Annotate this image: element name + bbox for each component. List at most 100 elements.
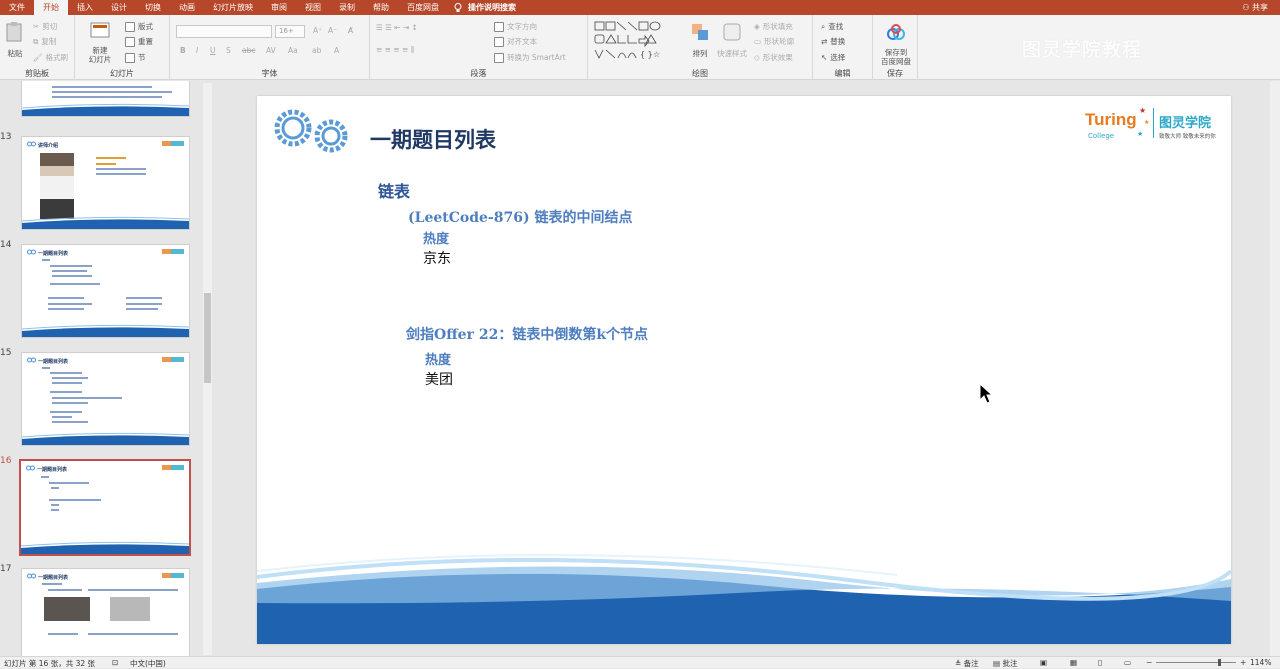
- slide-thumbnail-13[interactable]: 讲师介绍: [21, 136, 190, 230]
- thumb-text-line: [42, 583, 62, 585]
- comments-button[interactable]: ▤ 批注: [993, 658, 1017, 669]
- save-to-label: 保存到 百度网盘: [881, 48, 911, 66]
- tab-review[interactable]: 审阅: [262, 0, 296, 15]
- thumb-photo: [44, 597, 90, 621]
- tell-me-search[interactable]: 操作说明搜索: [454, 2, 516, 13]
- thumb-text-line: [88, 633, 178, 635]
- thumb-gear-icon: [27, 573, 36, 579]
- tab-view[interactable]: 视图: [296, 0, 330, 15]
- spellcheck-icon[interactable]: ⊡: [112, 658, 118, 667]
- slide-thumbnail-pane[interactable]: 13 讲师介绍 14 一期题目列表 15 一期题目列表 16 一期题目列表 17…: [0, 81, 215, 656]
- thumbnail-scrollbar[interactable]: [203, 83, 212, 655]
- case-button[interactable]: Aa: [288, 46, 298, 55]
- copy-icon: ⧉: [33, 36, 39, 46]
- tab-home[interactable]: 开始: [34, 0, 68, 15]
- thumb-text-line: [126, 303, 162, 305]
- bullets-button[interactable]: ☰ ☰ ⇤ ⇥ ↕: [376, 23, 418, 32]
- arrange-button[interactable]: 排列: [688, 21, 712, 59]
- problem-title-1: (LeetCode-876) 链表的中间结点: [408, 210, 633, 226]
- shape-effects-button[interactable]: ◇ 形状效果: [754, 52, 793, 63]
- smartart-button[interactable]: 转换为 SmartArt: [494, 52, 566, 63]
- tab-insert[interactable]: 插入: [68, 0, 102, 15]
- slide-counter: 幻灯片 第 16 张，共 32 张: [4, 659, 96, 668]
- format-painter-button[interactable]: 🖌 格式刷: [33, 52, 68, 63]
- zoom-slider[interactable]: [1156, 659, 1236, 666]
- thumb-text-line: [52, 416, 72, 418]
- current-slide[interactable]: 一期题目列表 Turing College ★ ★ ★ 图灵学院 致敬大师 致敬未来…: [257, 96, 1231, 644]
- strikethrough-button[interactable]: abc: [242, 46, 255, 55]
- align-text-button[interactable]: 对齐文本: [494, 36, 537, 47]
- select-button[interactable]: ↖ 选择: [821, 52, 845, 63]
- tab-animations[interactable]: 动画: [170, 0, 204, 15]
- thumb-portrait: [40, 153, 74, 219]
- highlight-button[interactable]: ab: [312, 46, 321, 55]
- tab-record[interactable]: 录制: [330, 0, 364, 15]
- zoom-in-icon[interactable]: +: [1240, 658, 1246, 667]
- shrink-font-button[interactable]: A⁻: [328, 26, 337, 35]
- copy-button[interactable]: ⧉ 复制: [33, 36, 56, 47]
- slide-thumbnail-15[interactable]: 一期题目列表: [21, 352, 190, 446]
- thumb-title: 讲师介绍: [38, 143, 59, 149]
- layout-button[interactable]: 版式: [125, 21, 153, 32]
- thumb-wave: [22, 216, 189, 229]
- text-direction-button[interactable]: 文字方向: [494, 21, 537, 32]
- slide-thumbnail-14[interactable]: 一期题目列表: [21, 244, 190, 338]
- slideshow-icon[interactable]: ▭: [1124, 658, 1131, 667]
- section-button[interactable]: 节: [125, 52, 146, 63]
- reset-button[interactable]: 重置: [125, 36, 153, 47]
- font-group: 16+ A⁺ A⁻ A̸ B I U S abc AV Aa ab A 字体: [170, 15, 370, 80]
- slide-thumbnail-17[interactable]: 一期题目列表: [21, 568, 190, 656]
- reading-view-icon[interactable]: ▯: [1098, 658, 1102, 667]
- grow-font-button[interactable]: A⁺: [313, 26, 322, 35]
- shadow-button[interactable]: S: [226, 46, 231, 55]
- language-indicator[interactable]: 中文(中国): [130, 658, 166, 669]
- shape-fill-button[interactable]: ◈ 形状填充: [754, 21, 793, 32]
- slide-sorter-icon[interactable]: ▦: [1070, 658, 1077, 667]
- thumb-text-line: [52, 421, 88, 423]
- drawing-group-label: 绘图: [692, 69, 708, 78]
- save-to-baidu-button[interactable]: 保存到 百度网盘: [876, 21, 916, 66]
- scrollbar-thumb[interactable]: [204, 293, 211, 383]
- slide-scrollbar[interactable]: [1270, 81, 1280, 656]
- find-button[interactable]: ⌕ 查找: [821, 21, 843, 32]
- fill-bucket-icon: ◈: [754, 22, 760, 31]
- underline-button[interactable]: U: [210, 46, 216, 55]
- tab-transitions[interactable]: 切换: [136, 0, 170, 15]
- tab-slideshow[interactable]: 幻灯片放映: [204, 0, 262, 15]
- clear-format-button[interactable]: A̸: [348, 26, 353, 35]
- tab-file[interactable]: 文件: [0, 0, 34, 15]
- notes-button[interactable]: ≜ 备注: [955, 658, 979, 669]
- replace-button[interactable]: ⇄ 替换: [821, 36, 845, 47]
- thumb-text-line: [52, 86, 152, 88]
- italic-button[interactable]: I: [196, 46, 198, 55]
- slide-thumbnail-12[interactable]: [21, 81, 190, 117]
- font-size-combobox[interactable]: 16+: [275, 25, 305, 38]
- tab-design[interactable]: 设计: [102, 0, 136, 15]
- spacing-button[interactable]: AV: [266, 46, 276, 55]
- slide-thumbnail-16-selected[interactable]: 一期题目列表: [19, 459, 191, 556]
- zoom-out-icon[interactable]: −: [1146, 658, 1152, 667]
- quick-styles-button[interactable]: 快速样式: [714, 21, 750, 59]
- shapes-gallery[interactable]: { } ☆: [593, 20, 673, 60]
- thumb-logo: [162, 357, 184, 362]
- zoom-slider-knob[interactable]: [1218, 659, 1221, 666]
- shape-outline-button[interactable]: ▭ 形状轮廓: [754, 36, 794, 47]
- bold-button[interactable]: B: [180, 46, 186, 55]
- slides-group-label: 幻灯片: [110, 69, 134, 78]
- new-slide-button[interactable]: 新建 幻灯片: [85, 19, 115, 64]
- zoom-level[interactable]: 114%: [1250, 658, 1271, 667]
- paste-button[interactable]: 粘贴: [4, 21, 26, 59]
- arrange-label: 排列: [692, 49, 708, 58]
- cut-button[interactable]: ✂ 剪切: [33, 21, 57, 32]
- tab-help[interactable]: 帮助: [364, 0, 398, 15]
- notes-label: 备注: [963, 659, 979, 668]
- align-text-label: 对齐文本: [507, 37, 537, 46]
- font-color-button[interactable]: A: [334, 46, 339, 55]
- thumb-text-line: [51, 487, 59, 489]
- align-buttons[interactable]: ≡ ≡ ≡ ≡ ⫼: [376, 45, 414, 55]
- tab-baidu[interactable]: 百度网盘: [398, 0, 448, 15]
- person-icon: ⚇: [1242, 3, 1250, 12]
- share-button[interactable]: ⚇ 共享: [1242, 2, 1280, 13]
- normal-view-icon[interactable]: ▣: [1040, 658, 1047, 667]
- font-name-combobox[interactable]: [176, 25, 272, 38]
